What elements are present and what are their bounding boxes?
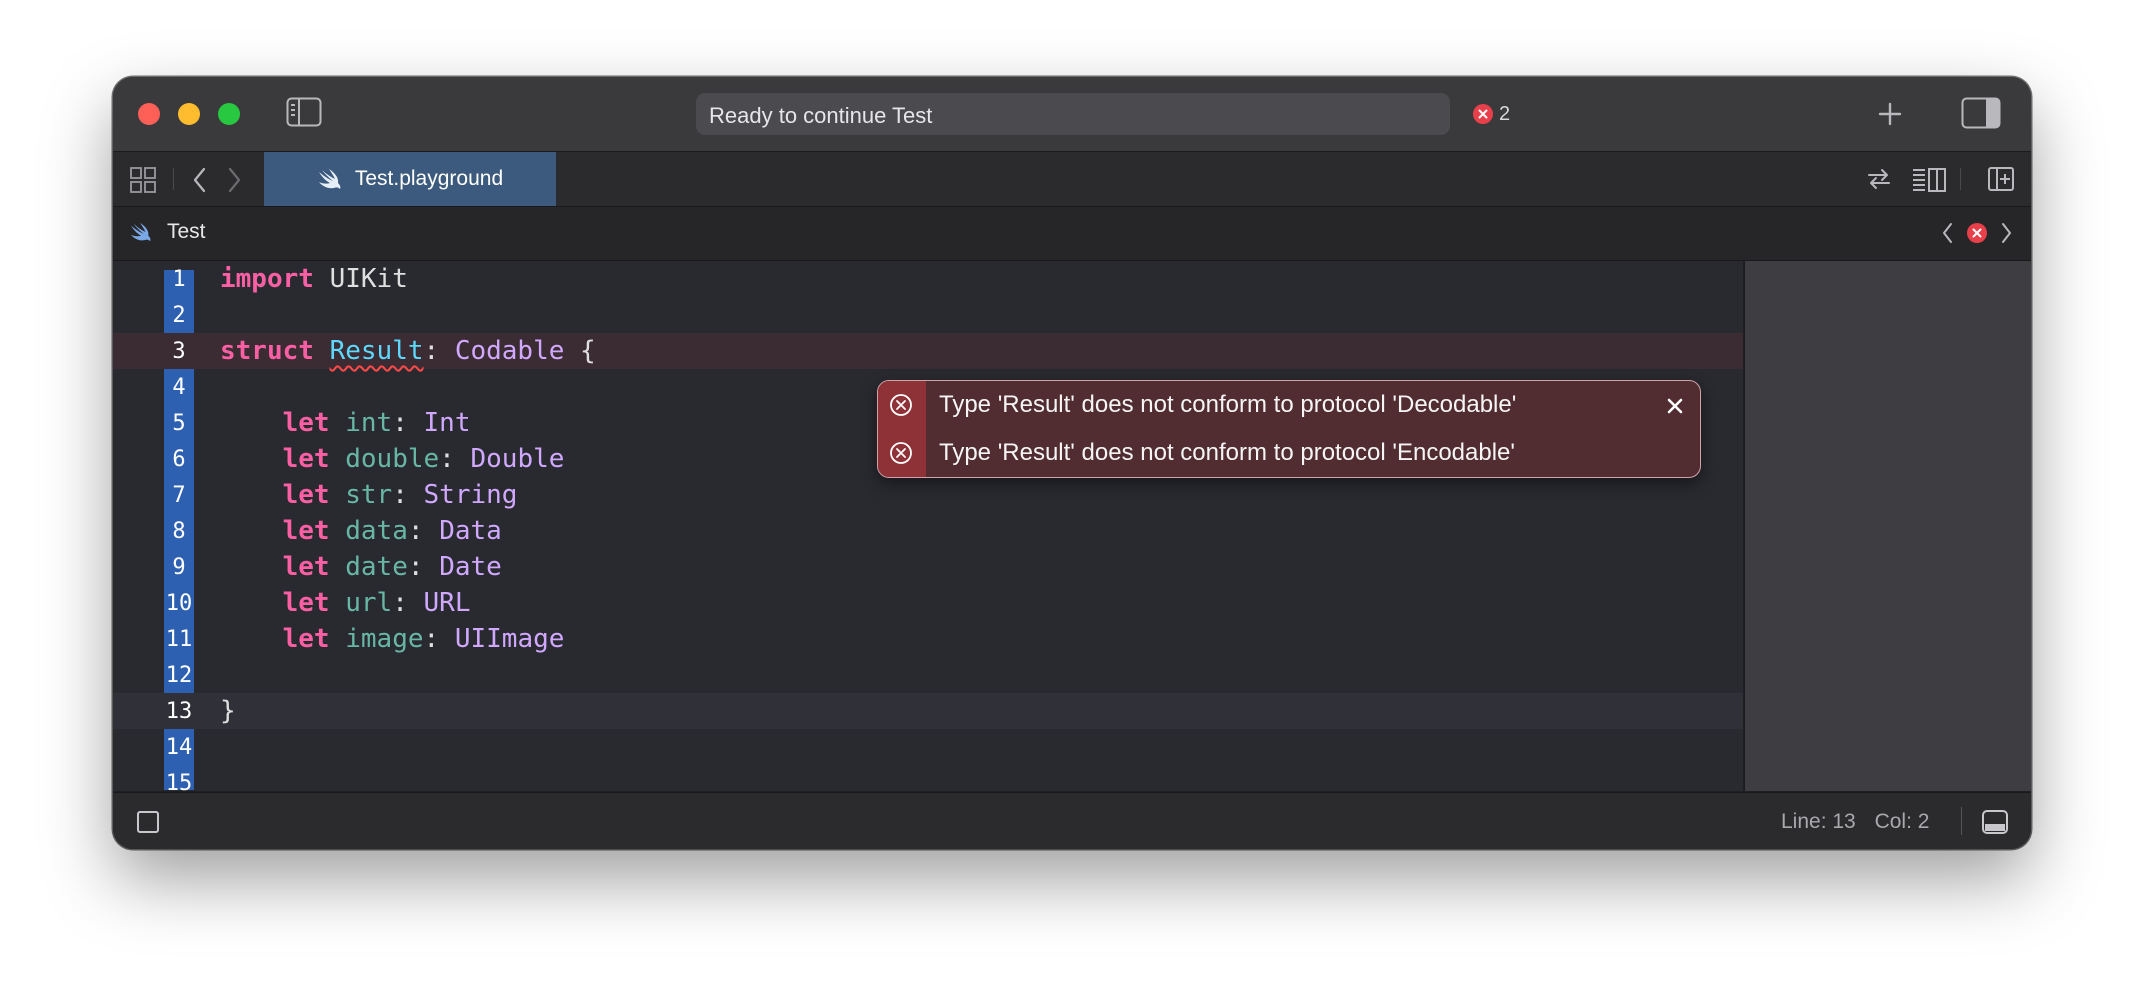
code-text: let str: String bbox=[282, 480, 518, 510]
activity-viewer[interactable]: Ready to continue Test bbox=[696, 93, 1450, 135]
console-icon[interactable] bbox=[1981, 809, 2009, 835]
error-message: Type 'Result' does not conform to protoc… bbox=[939, 439, 1515, 466]
line-number: 3 bbox=[172, 339, 186, 364]
chevron-left-icon[interactable] bbox=[1941, 221, 1955, 245]
chevron-left-icon[interactable] bbox=[191, 166, 209, 194]
line-number: 11 bbox=[165, 627, 193, 652]
code-text: let double: Double bbox=[282, 444, 565, 474]
code-text: import UIKit bbox=[220, 264, 408, 294]
code-line[interactable]: 1 import UIKit bbox=[113, 261, 1743, 297]
column-position: Col: 2 bbox=[1874, 810, 1930, 833]
line-number: 10 bbox=[165, 591, 193, 616]
breadcrumb[interactable]: Test bbox=[129, 220, 206, 244]
error-message: Type 'Result' does not conform to protoc… bbox=[939, 391, 1517, 418]
activity-status: Ready to continue Test bbox=[709, 103, 933, 128]
run-checkbox[interactable] bbox=[137, 811, 159, 833]
error-message-row[interactable]: Type 'Result' does not conform to protoc… bbox=[878, 429, 1700, 477]
minimap[interactable] bbox=[1744, 261, 2031, 791]
code-line[interactable]: 12 bbox=[113, 657, 1743, 693]
title-bar: Ready to continue Test 2 bbox=[113, 77, 2031, 152]
close-window-button[interactable] bbox=[138, 103, 160, 125]
source-editor[interactable]: 1 import UIKit 2 3 struct Result: Codabl… bbox=[113, 261, 1743, 791]
line-number: 14 bbox=[165, 735, 193, 760]
error-popover: Type 'Result' does not conform to protoc… bbox=[877, 380, 1701, 478]
error-icon bbox=[890, 394, 912, 416]
chevron-right-icon[interactable] bbox=[225, 166, 243, 194]
chevron-right-icon[interactable] bbox=[1999, 221, 2013, 245]
code-line[interactable]: 7 let str: String bbox=[113, 477, 1743, 513]
tab-label: Test.playground bbox=[354, 167, 504, 190]
plus-icon[interactable] bbox=[1873, 97, 1907, 131]
line-number: 15 bbox=[165, 771, 193, 791]
error-icon bbox=[1473, 104, 1493, 124]
minimize-window-button[interactable] bbox=[178, 103, 200, 125]
zoom-window-button[interactable] bbox=[218, 103, 240, 125]
line-number: 1 bbox=[172, 267, 186, 292]
cursor-position: Line: 13 Col: 2 bbox=[1781, 810, 1929, 834]
line-number: 9 bbox=[172, 555, 186, 580]
line-number: 2 bbox=[172, 303, 186, 328]
code-line-current[interactable]: 13 } bbox=[113, 693, 1743, 729]
adjust-editor-icon[interactable] bbox=[1911, 165, 1947, 193]
divider bbox=[1960, 168, 1961, 190]
swift-icon bbox=[318, 169, 341, 189]
add-editor-icon[interactable] bbox=[1987, 165, 2015, 193]
code-text: let image: UIImage bbox=[282, 624, 565, 654]
code-line[interactable]: 9 let date: Date bbox=[113, 549, 1743, 585]
line-number: 8 bbox=[172, 519, 186, 544]
code-line[interactable]: 11 let image: UIImage bbox=[113, 621, 1743, 657]
divider bbox=[173, 168, 174, 190]
close-icon[interactable] bbox=[1664, 395, 1686, 417]
line-number: 4 bbox=[172, 375, 186, 400]
code-text: struct Result: Codable { bbox=[220, 336, 596, 366]
line-number: 13 bbox=[165, 699, 193, 724]
error-count: 2 bbox=[1499, 102, 1511, 125]
code-text: let int: Int bbox=[282, 408, 471, 438]
code-text: let date: Date bbox=[282, 552, 502, 582]
error-count-indicator[interactable]: 2 bbox=[1473, 102, 1510, 126]
inspector-icon[interactable] bbox=[1961, 97, 2001, 129]
jump-bar: Test bbox=[113, 207, 2031, 261]
breadcrumb-label: Test bbox=[167, 220, 206, 243]
line-position: Line: 13 bbox=[1781, 810, 1856, 833]
code-text: } bbox=[220, 696, 236, 726]
swift-icon bbox=[131, 222, 151, 242]
error-icon[interactable] bbox=[1967, 223, 1987, 243]
line-number: 5 bbox=[172, 411, 186, 436]
code-text: let url: URL bbox=[282, 588, 471, 618]
sidebar-icon[interactable] bbox=[286, 97, 322, 127]
xcode-window: Ready to continue Test 2 Test.playground… bbox=[113, 77, 2031, 849]
line-number: 6 bbox=[172, 447, 186, 472]
tab-bar: Test.playground bbox=[113, 152, 2031, 207]
code-text: let data: Data bbox=[282, 516, 502, 546]
code-line-error[interactable]: 3 struct Result: Codable { bbox=[113, 333, 1743, 369]
divider bbox=[1961, 807, 1962, 835]
line-number: 7 bbox=[172, 483, 186, 508]
code-line[interactable]: 14 bbox=[113, 729, 1743, 765]
grid-icon[interactable] bbox=[129, 166, 157, 194]
code-line[interactable]: 2 bbox=[113, 297, 1743, 333]
status-bar: Line: 13 Col: 2 bbox=[113, 792, 2031, 849]
swap-icon[interactable] bbox=[1865, 165, 1893, 193]
error-message-row[interactable]: Type 'Result' does not conform to protoc… bbox=[878, 381, 1700, 429]
code-line[interactable]: 8 let data: Data bbox=[113, 513, 1743, 549]
tab-test-playground[interactable]: Test.playground bbox=[264, 152, 556, 206]
error-icon bbox=[890, 442, 912, 464]
code-line[interactable]: 15 bbox=[113, 765, 1743, 791]
code-line[interactable]: 10 let url: URL bbox=[113, 585, 1743, 621]
line-number: 12 bbox=[165, 663, 193, 688]
